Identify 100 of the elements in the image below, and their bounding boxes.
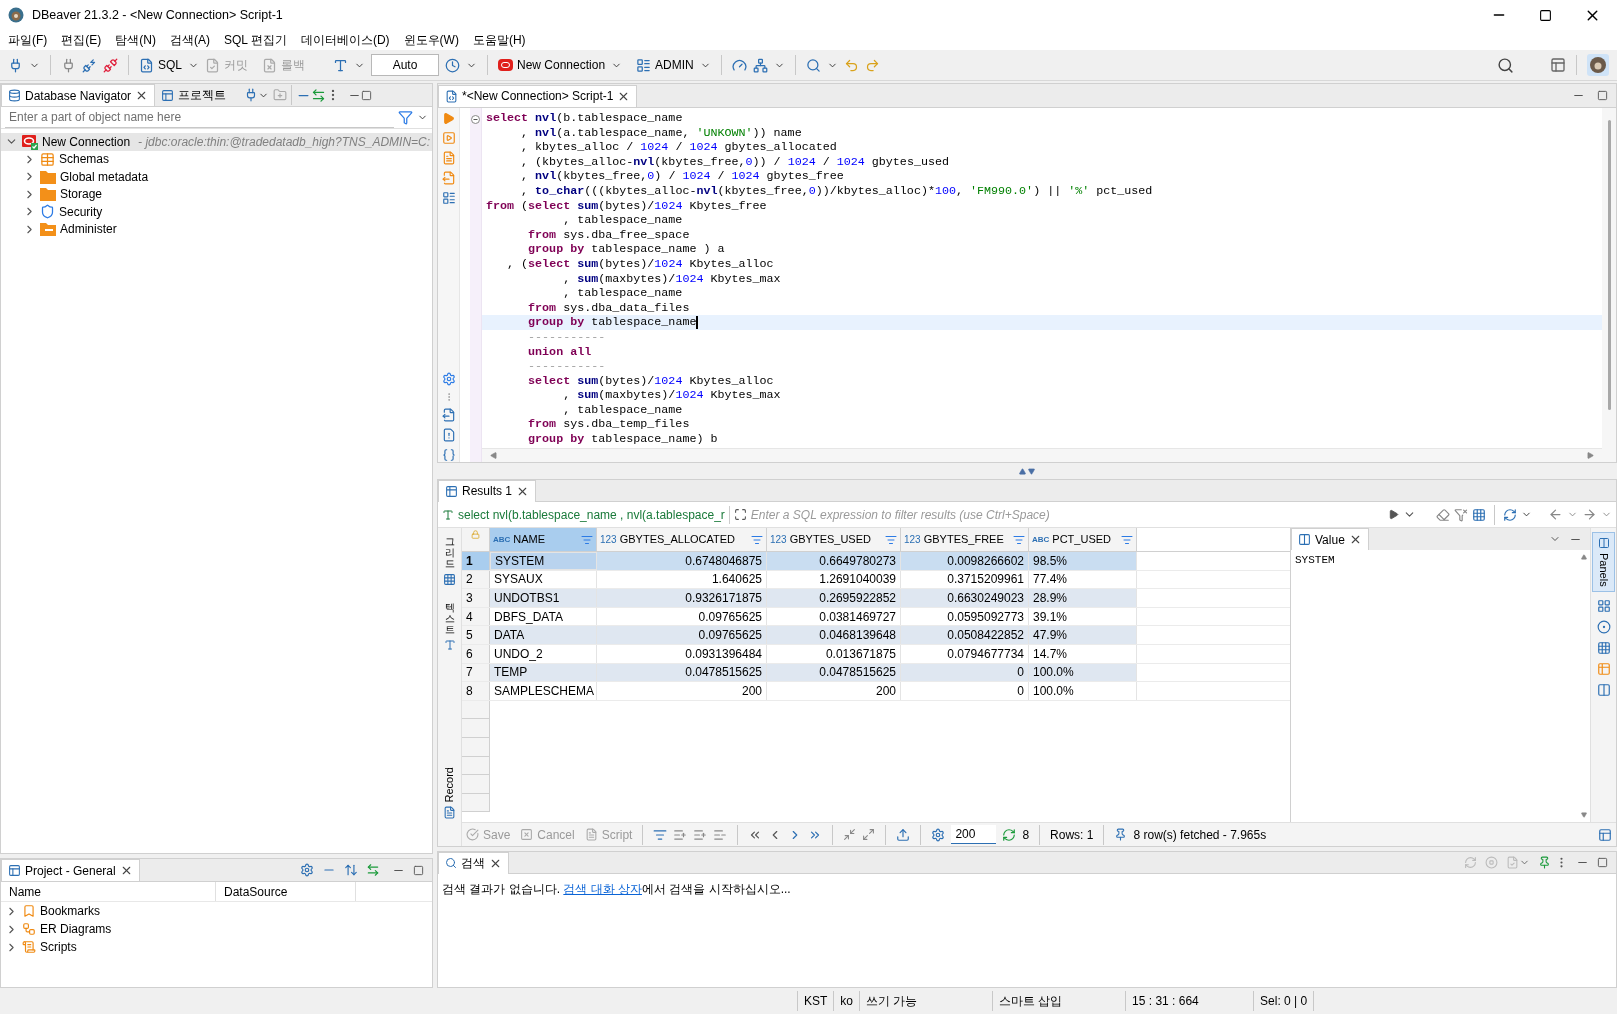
- link-editor-icon[interactable]: [311, 87, 327, 103]
- restore-up-icon[interactable]: [1019, 467, 1026, 475]
- clear-filter-icon[interactable]: [1436, 507, 1450, 522]
- sort-filter-icon[interactable]: [581, 533, 593, 546]
- table-row[interactable]: 2 SYSAUX 1.640625 1.2691040039 0.3715209961 77.4%: [462, 570, 1290, 590]
- remove-filter-icon[interactable]: [1454, 507, 1468, 522]
- plug-add-icon[interactable]: [8, 57, 23, 73]
- table-row[interactable]: 5 DATA 0.09765625 0.0468139648 0.0508422852 47.9%: [462, 626, 1290, 645]
- delete-row-icon[interactable]: [713, 827, 728, 842]
- table-row[interactable]: 8 SAMPLESCHEMA 200 200 0 100.0%: [462, 682, 1290, 701]
- column-header[interactable]: 123 GBYTES_ALLOCATED: [597, 528, 767, 551]
- column-header[interactable]: 123 GBYTES_USED: [767, 528, 901, 551]
- plug-icon[interactable]: [61, 57, 76, 73]
- filter-field[interactable]: Enter a SQL expression to filter results (use Ctrl+Space): [750, 504, 1384, 525]
- menu-item[interactable]: 파일(F): [8, 31, 48, 49]
- view-mode-tab[interactable]: 텍스트: [443, 602, 456, 651]
- panel-tab[interactable]: Database Navigator: [1, 84, 156, 106]
- table-row[interactable]: 7 TEMP 0.0478515625 0.0478515625 0 100.0%: [462, 663, 1290, 683]
- scroll-down-icon[interactable]: [1581, 812, 1587, 818]
- column-header[interactable]: DataSource: [216, 882, 356, 901]
- pin-icon[interactable]: [1538, 856, 1551, 869]
- variables-icon[interactable]: [441, 448, 456, 462]
- maximize-icon[interactable]: [1539, 8, 1552, 22]
- table-row[interactable]: 1 SYSTEM 0.6748046875 0.6649780273 0.0098266602 98.5%: [462, 552, 1290, 571]
- search-dialog-link[interactable]: 검색 대화 상자: [563, 882, 642, 896]
- export-icon[interactable]: [441, 408, 456, 422]
- scroll-right-icon[interactable]: [1587, 452, 1594, 459]
- sort-filter-icon[interactable]: [885, 533, 897, 546]
- reconnect-icon[interactable]: [82, 57, 97, 73]
- forward-icon[interactable]: [1582, 507, 1597, 522]
- tree-item[interactable]: Schemas: [19, 150, 432, 168]
- panel-tab[interactable]: Value: [1291, 528, 1369, 550]
- tree-item[interactable]: Global metadata: [19, 168, 432, 186]
- sort-filter-icon[interactable]: [1013, 533, 1025, 546]
- settings-icon[interactable]: [300, 863, 314, 877]
- menu-item[interactable]: 도움말(H): [472, 31, 526, 49]
- perspective-avatar-icon[interactable]: [1587, 54, 1609, 76]
- sort-filter-icon[interactable]: [751, 533, 763, 546]
- apply-filter-icon[interactable]: [1388, 509, 1399, 520]
- add-row-icon[interactable]: [673, 827, 688, 842]
- menu-item[interactable]: 탐색(N): [115, 31, 156, 49]
- menu-item[interactable]: 검색(A): [170, 31, 210, 49]
- sql-editor-button[interactable]: SQL: [139, 56, 182, 74]
- fold-icon[interactable]: [471, 115, 480, 124]
- refresh-icon[interactable]: [1002, 827, 1017, 842]
- panel-tab[interactable]: Results 1: [438, 479, 537, 502]
- run-script-icon[interactable]: [441, 151, 456, 165]
- panel-tab[interactable]: *<New Connection> Script-1: [438, 84, 638, 107]
- refresh-icon[interactable]: [1503, 507, 1517, 522]
- column-header[interactable]: ABC PCT_USED: [1029, 528, 1137, 551]
- tree-item[interactable]: Storage: [19, 185, 432, 203]
- tree-item[interactable]: Bookmarks: [1, 902, 432, 920]
- search-icon[interactable]: [1497, 56, 1514, 74]
- transaction-mode-field[interactable]: Auto: [371, 54, 439, 76]
- tree-item[interactable]: New Connection - jdbc:oracle:thin:@tradedatadb_high?TNS_ADMIN=C:: [1, 133, 432, 151]
- panel-tab[interactable]: Project - General: [1, 859, 140, 881]
- grid-icon[interactable]: [1596, 598, 1611, 613]
- move-icon[interactable]: [344, 863, 358, 877]
- settings-icon[interactable]: [441, 372, 456, 386]
- table-row[interactable]: 4 DBFS_DATA 0.09765625 0.0381469727 0.0595092773 39.1%: [462, 607, 1290, 627]
- scroll-left-icon[interactable]: [490, 452, 497, 459]
- column-header[interactable]: Name: [1, 882, 216, 901]
- restore-down-icon[interactable]: [1028, 467, 1035, 475]
- filter-icon[interactable]: [398, 110, 413, 125]
- tree-item[interactable]: Security: [19, 203, 432, 221]
- run-icon[interactable]: [442, 112, 455, 125]
- scroll-up-icon[interactable]: [1581, 554, 1587, 560]
- export-icon[interactable]: [896, 827, 911, 842]
- copy-row-icon[interactable]: [693, 827, 708, 842]
- connection-selector[interactable]: New Connection: [498, 56, 606, 74]
- column-header[interactable]: 123 GBYTES_FREE: [901, 528, 1029, 551]
- run-new-tab-icon[interactable]: [441, 131, 456, 145]
- sort-filter-icon[interactable]: [1121, 533, 1133, 546]
- file-error-icon[interactable]: [441, 428, 456, 442]
- menu-item[interactable]: 편집(E): [61, 31, 102, 49]
- column-header[interactable]: ABC NAME: [490, 528, 597, 551]
- table-row[interactable]: 3 UNDOTBS1 0.9326171875 0.2695922852 0.6630249023 28.9%: [462, 589, 1290, 608]
- network-icon[interactable]: [752, 57, 768, 73]
- view-mode-tab[interactable]: Record: [441, 767, 458, 820]
- menu-item[interactable]: 윈도우(W): [403, 31, 459, 49]
- panels-toggle-icon[interactable]: [1598, 827, 1612, 842]
- view-mode-tab[interactable]: 그리드: [443, 536, 456, 586]
- forward-edit-icon[interactable]: [864, 57, 880, 73]
- fetch-size-field[interactable]: 200: [951, 825, 997, 844]
- search-icon[interactable]: [805, 57, 821, 73]
- tree-item[interactable]: ER Diagrams: [1, 920, 432, 938]
- back-icon[interactable]: [1548, 507, 1563, 522]
- horizontal-scrollbar[interactable]: [482, 448, 1602, 462]
- disconnect-icon[interactable]: [103, 57, 118, 73]
- new-folder-icon[interactable]: [273, 88, 288, 102]
- gauge-icon[interactable]: [731, 57, 747, 73]
- menu-item[interactable]: SQL 편집기: [224, 31, 287, 49]
- back-edit-icon[interactable]: [843, 57, 859, 73]
- schema-selector[interactable]: ADMIN: [636, 56, 694, 74]
- menu-item[interactable]: 데이터베이스(D): [300, 31, 390, 49]
- perspective-icon[interactable]: [1550, 57, 1566, 73]
- link-editor-icon[interactable]: [366, 863, 380, 877]
- table-row[interactable]: 6 UNDO_2 0.0931396484 0.013671875 0.0794677734 14.7%: [462, 644, 1290, 664]
- expand-icon[interactable]: [733, 508, 747, 521]
- settings-icon[interactable]: [931, 827, 946, 842]
